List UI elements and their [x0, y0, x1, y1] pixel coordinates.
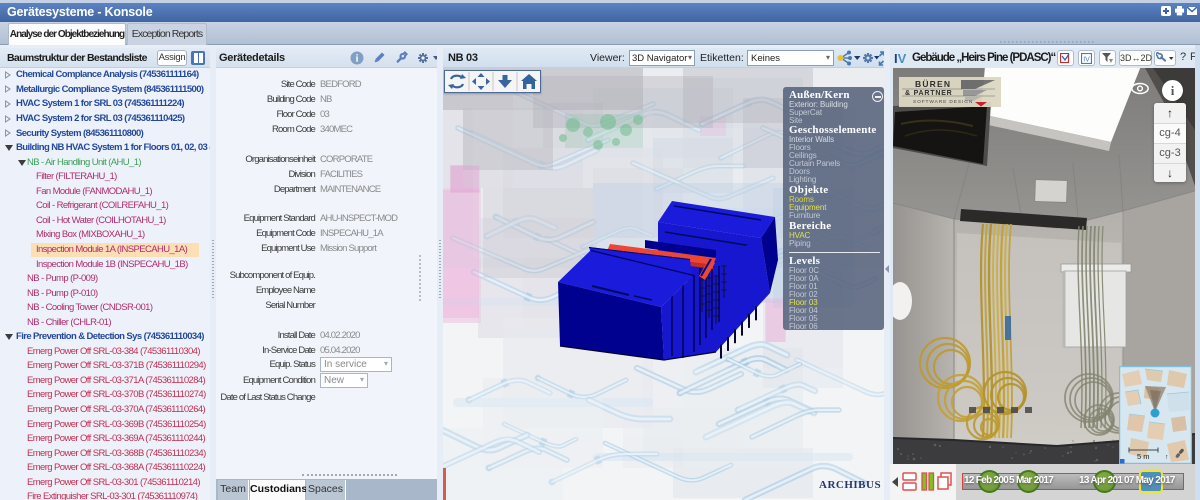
- svg-text:ARCHIBUS: ARCHIBUS: [819, 479, 881, 491]
- svg-text:5 m: 5 m: [1137, 452, 1150, 461]
- svg-text:SOFTWARE DESIGN: SOFTWARE DESIGN: [913, 99, 973, 105]
- svg-text:& PARTNER: & PARTNER: [905, 90, 953, 97]
- svg-text:↑: ↑: [1165, 454, 1169, 461]
- svg-text:i: i: [356, 54, 359, 65]
- svg-text:IV: IV: [1083, 57, 1090, 64]
- svg-text:BÜREN: BÜREN: [915, 79, 951, 89]
